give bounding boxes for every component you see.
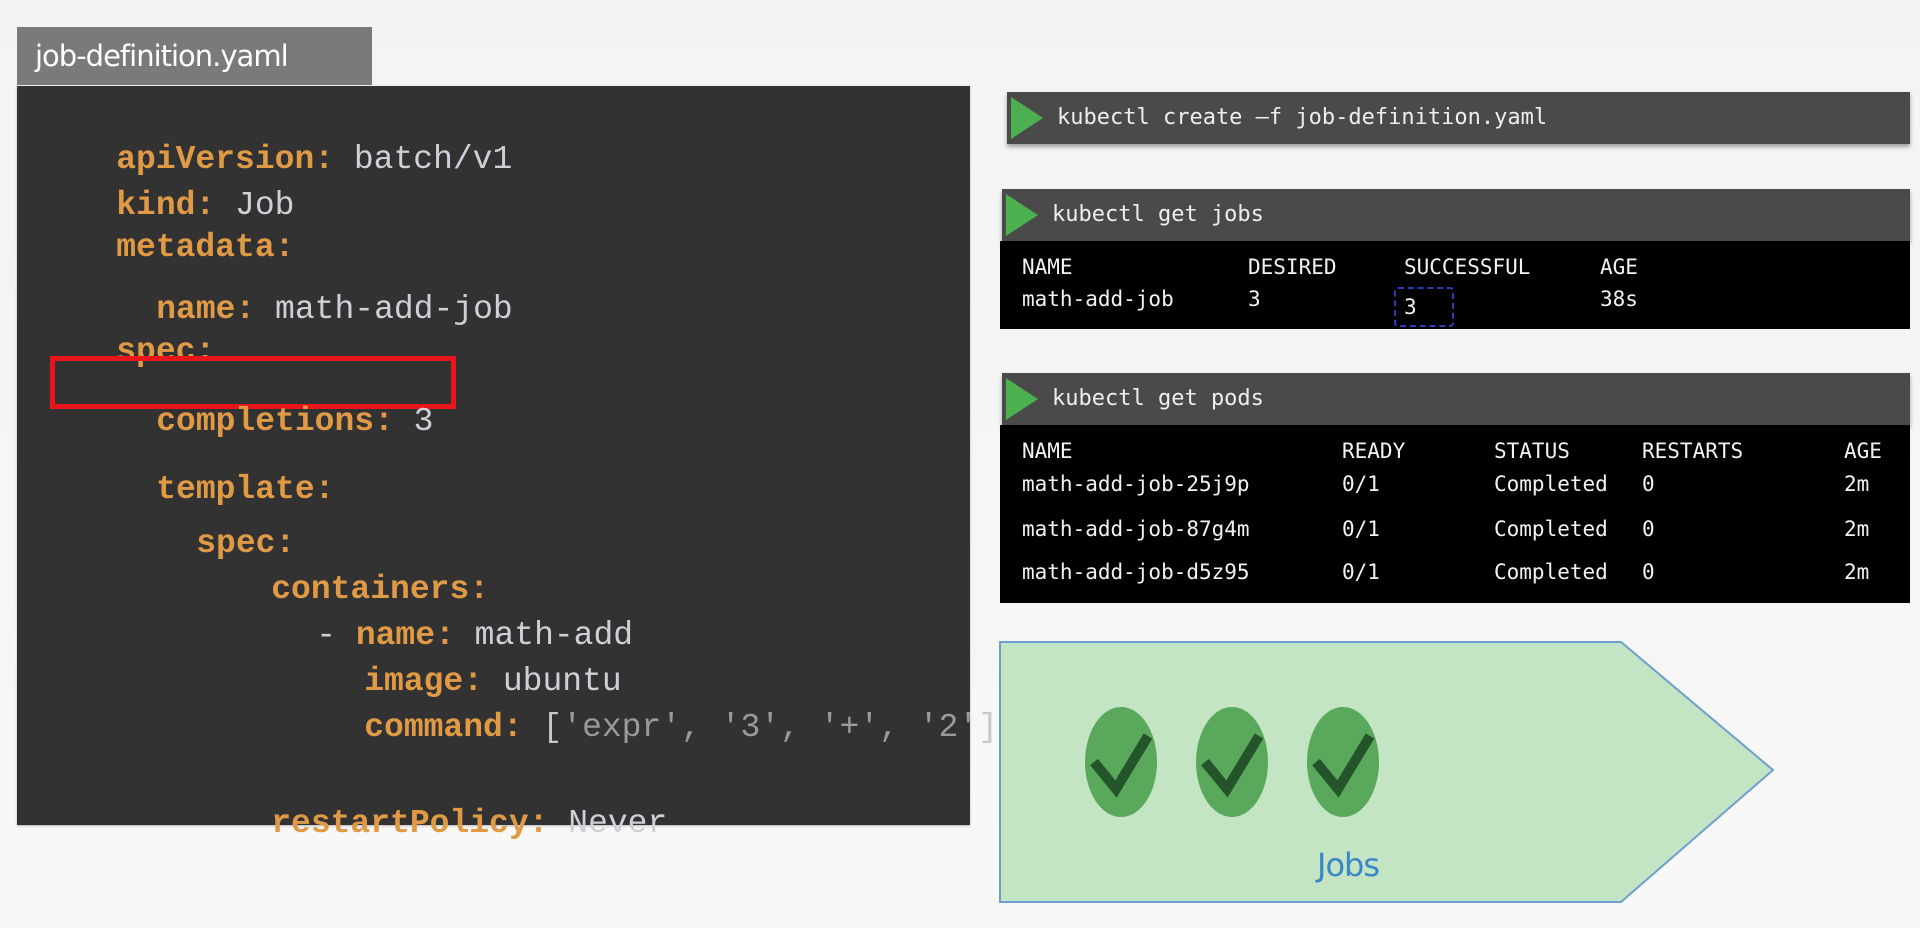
check-circle-icon [1307, 707, 1379, 817]
jobs-label: Jobs [1317, 846, 1380, 884]
check-circle-icon [1085, 707, 1157, 817]
jobs-arrow-diagram [999, 641, 1775, 903]
check-circle-icon [1196, 707, 1268, 817]
